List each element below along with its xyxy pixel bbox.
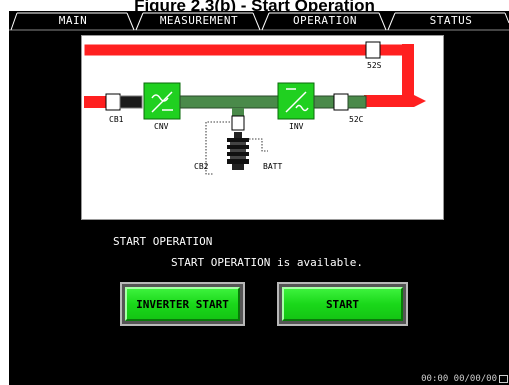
- switch-52s-icon: [365, 41, 381, 59]
- inv-output-line: [313, 95, 335, 109]
- tab-status[interactable]: STATUS: [397, 13, 505, 29]
- label-cnv: CNV: [154, 122, 169, 131]
- start-label: START: [282, 287, 403, 321]
- message-title: START OPERATION: [113, 235, 213, 248]
- input-line: [84, 96, 106, 108]
- bypass-line-output: [364, 95, 414, 107]
- breaker-cb1-icon: [105, 93, 121, 111]
- label-batt: BATT: [263, 162, 283, 171]
- inverter-start-label: INVERTER START: [125, 287, 240, 321]
- inverter-start-button[interactable]: INVERTER START: [120, 282, 245, 326]
- diagram-drawing: [83, 41, 426, 175]
- breaker-cb2-icon: [231, 115, 245, 131]
- battery-icon: [227, 132, 249, 170]
- dc-bus: [179, 95, 279, 109]
- hmi-screen: MAIN MEASUREMENT OPERATION STATUS 52S CB…: [9, 11, 509, 385]
- one-line-diagram: 52S CB1 CNV INV 52C CB2 BATT: [81, 35, 444, 220]
- switch-52c-icon: [333, 93, 349, 111]
- output-arrow-icon: [414, 95, 426, 107]
- label-inv: INV: [289, 122, 304, 131]
- tab-main[interactable]: MAIN: [19, 13, 127, 29]
- status-monitor-icon: [499, 375, 508, 383]
- bypass-line-top: [83, 43, 405, 57]
- label-cb2: CB2: [194, 162, 209, 171]
- message-detail: START OPERATION is available.: [171, 256, 364, 269]
- label-cb1: CB1: [109, 115, 124, 124]
- tab-measurement[interactable]: MEASUREMENT: [145, 13, 253, 29]
- label-52c: 52C: [349, 115, 364, 124]
- label-52s: 52S: [367, 61, 382, 70]
- cb1-to-cnv-line: [119, 95, 143, 109]
- tab-operation[interactable]: OPERATION: [271, 13, 379, 29]
- status-datetime: 00:00 00/00/00: [421, 374, 497, 384]
- start-button[interactable]: START: [277, 282, 408, 326]
